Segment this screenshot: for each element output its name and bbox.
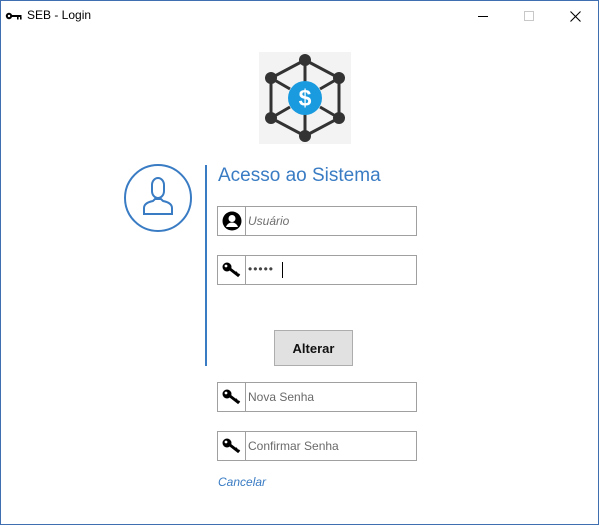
- maximize-icon: [524, 11, 534, 21]
- svg-text:$: $: [299, 85, 312, 111]
- key-icon: [218, 432, 246, 460]
- minimize-button[interactable]: [460, 1, 506, 31]
- maximize-button[interactable]: [506, 1, 552, 31]
- text-caret: [282, 262, 283, 278]
- confirm-password-field[interactable]: Confirmar Senha: [217, 431, 417, 461]
- password-mask: •••••: [248, 262, 275, 276]
- new-password-placeholder: Nova Senha: [248, 390, 315, 404]
- window-title: SEB - Login: [27, 8, 92, 22]
- username-field[interactable]: Usuário: [217, 206, 417, 236]
- login-window: SEB - Login $ Acesso ao Sistema Usuário …: [0, 0, 599, 525]
- key-icon: [5, 9, 23, 21]
- username-placeholder: Usuário: [248, 214, 290, 228]
- key-icon: [218, 383, 246, 411]
- close-icon: [569, 10, 581, 22]
- cancel-link[interactable]: Cancelar: [218, 475, 266, 489]
- network-dollar-icon: $: [265, 54, 345, 142]
- confirm-password-placeholder: Confirmar Senha: [248, 439, 339, 453]
- key-icon: [218, 256, 246, 284]
- close-button[interactable]: [552, 1, 598, 31]
- title-bar[interactable]: SEB - Login: [1, 1, 598, 31]
- new-password-field[interactable]: Nova Senha: [217, 382, 417, 412]
- user-icon: [143, 177, 173, 215]
- avatar: [124, 164, 192, 232]
- app-logo: $: [259, 52, 351, 144]
- user-circle-icon: [218, 207, 246, 235]
- password-field[interactable]: •••••: [217, 255, 417, 285]
- minimize-icon: [478, 16, 488, 17]
- alterar-button[interactable]: Alterar: [274, 330, 353, 366]
- vertical-divider: [205, 165, 207, 366]
- form-heading: Acesso ao Sistema: [218, 165, 381, 186]
